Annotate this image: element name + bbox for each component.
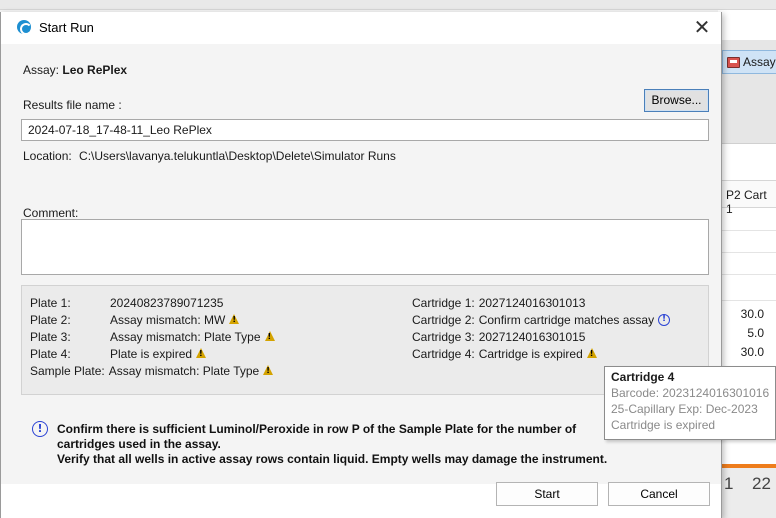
start-button[interactable]: Start — [496, 482, 598, 506]
plate-4-row: Plate 4: Plate is expired — [30, 347, 207, 361]
cartridge-value: 2027124016301015 — [478, 330, 586, 344]
plate-label: Plate 4: — [30, 347, 71, 361]
cartridge-value: Cartridge is expired — [478, 347, 583, 361]
plate-value: Assay mismatch: Plate Type — [110, 330, 261, 344]
cartridge-1-row: Cartridge 1: 2027124016301013 — [412, 296, 585, 310]
plate-value: Assay mismatch: Plate Type — [108, 364, 260, 378]
notice-line: cartridges used in the assay. — [57, 437, 221, 451]
tooltip-barcode: Barcode: 2023124016301016 — [611, 386, 770, 400]
assay-label: Assay: — [23, 63, 60, 77]
tooltip-details: 25-Capillary Exp: Dec-2023 — [611, 402, 758, 416]
location-line: Location: C:\Users\lavanya.telukuntla\De… — [23, 149, 396, 163]
plate-value: 20240823789071235 — [110, 296, 224, 310]
location-value: C:\Users\lavanya.telukuntla\Desktop\Dele… — [79, 149, 396, 163]
background-cell-value: 30.0 — [740, 307, 764, 321]
background-row-divider — [718, 252, 776, 253]
background-row-divider — [718, 230, 776, 231]
dialog-title: Start Run — [39, 20, 94, 35]
notice-line: Confirm there is sufficient Luminol/Pero… — [57, 422, 577, 436]
assay-line: Assay: Leo RePlex — [23, 63, 127, 77]
cartridge-label: Cartridge 4: — [412, 347, 475, 361]
background-assay-button[interactable]: Assay — [722, 50, 776, 74]
comment-label: Comment: — [23, 206, 79, 220]
warning-icon — [196, 348, 207, 358]
cartridge-3-row: Cartridge 3: 2027124016301015 — [412, 330, 585, 344]
plate-value: Plate is expired — [110, 347, 193, 361]
cartridge-label: Cartridge 3: — [412, 330, 475, 344]
cartridge-2-row: Cartridge 2: Confirm cartridge matches a… — [412, 313, 671, 327]
background-column-header: P2 Cart 1 — [718, 180, 776, 216]
plate-1-row: Plate 1: 20240823789071235 — [30, 296, 223, 310]
background-title-strip — [0, 0, 776, 10]
plate-3-row: Plate 3: Assay mismatch: Plate Type — [30, 330, 275, 344]
browse-button[interactable]: Browse... — [644, 89, 709, 112]
background-cell-value: 30.0 — [740, 345, 764, 359]
cartridge-label: Cartridge 1: — [412, 296, 475, 310]
tooltip-title: Cartridge 4 — [611, 370, 675, 384]
warning-icon — [263, 365, 274, 375]
results-file-label: Results file name : — [23, 98, 122, 112]
plate-value: Assay mismatch: MW — [110, 313, 226, 327]
comment-textarea[interactable] — [21, 219, 709, 275]
cartridge-value: 2027124016301013 — [478, 296, 586, 310]
start-run-dialog: Start Run ✕ Assay: Leo RePlex Results fi… — [0, 12, 722, 518]
tooltip-status: Cartridge is expired — [611, 418, 716, 432]
cancel-button[interactable]: Cancel — [608, 482, 710, 506]
luminol-notice: Confirm there is sufficient Luminol/Pero… — [57, 422, 617, 467]
assay-value: Leo RePlex — [62, 63, 128, 77]
background-row-divider — [718, 274, 776, 275]
info-circle-icon: ! — [32, 421, 48, 437]
background-number: 1 — [724, 474, 734, 493]
cartridge-value: Confirm cartridge matches assay — [478, 313, 655, 327]
cartridge-label: Cartridge 2: — [412, 313, 475, 327]
plate-label: Plate 2: — [30, 313, 71, 327]
plate-2-row: Plate 2: Assay mismatch: MW — [30, 313, 240, 327]
results-file-name-input[interactable] — [21, 119, 709, 141]
dialog-titlebar: Start Run ✕ — [1, 12, 721, 44]
app-logo-icon — [17, 20, 32, 35]
info-icon[interactable]: ! — [658, 314, 671, 326]
location-label: Location: — [23, 149, 72, 163]
warning-icon — [229, 314, 240, 324]
background-cell-value: 5.0 — [747, 326, 764, 340]
assay-icon — [727, 56, 740, 68]
background-assay-label: Assay — [743, 55, 776, 69]
plate-label: Plate 1: — [30, 296, 71, 310]
warning-icon — [264, 331, 275, 341]
close-button[interactable]: ✕ — [687, 15, 717, 41]
cartridge-4-row: Cartridge 4: Cartridge is expired — [412, 347, 597, 361]
cartridge-4-tooltip: Cartridge 4 Barcode: 2023124016301016 25… — [604, 366, 776, 440]
warning-icon[interactable] — [586, 348, 597, 358]
plate-label: Sample Plate: — [30, 364, 105, 378]
background-row-divider — [718, 300, 776, 301]
notice-line: Verify that all wells in active assay ro… — [57, 452, 608, 466]
background-number: 22 — [752, 474, 771, 493]
sample-plate-row: Sample Plate: Assay mismatch: Plate Type — [30, 364, 274, 378]
plate-label: Plate 3: — [30, 330, 71, 344]
